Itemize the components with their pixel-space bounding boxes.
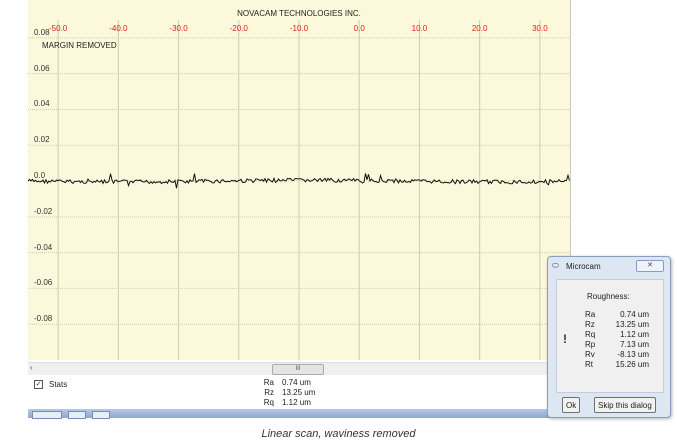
y-tick-label: -0.06 (34, 278, 53, 288)
scroll-thumb[interactable]: III (272, 364, 324, 375)
dialog-title: Microcam (566, 262, 601, 271)
roughness-row: Rv -8.13 um (585, 350, 649, 359)
stats-row: Ra 0.74 um (263, 378, 311, 387)
stats-checkbox[interactable]: ✓ (34, 380, 43, 390)
y-tick-label: 0.04 (34, 99, 50, 109)
x-tick-label: 0.0 (353, 24, 365, 33)
ok-button[interactable]: Ok (562, 397, 581, 413)
profile-plot: NOVACAM TECHNOLOGIES INC. MARGIN REMOVED… (28, 0, 570, 360)
x-tick-label: -20.0 (229, 24, 248, 33)
y-tick-label: -0.04 (34, 242, 53, 252)
y-tick-label: 0.06 (34, 63, 50, 73)
x-tick-label: 20.0 (471, 24, 488, 33)
skip-dialog-button[interactable]: Skip this dialog (594, 397, 656, 413)
roughness-heading: Roughness: (587, 292, 630, 301)
y-tick-label: 0.0 (34, 171, 46, 181)
stats-row: Rz 13.25 um (264, 388, 316, 397)
x-tick-label: 10.0 (411, 24, 428, 33)
roughness-row: Ra 0.74 um (585, 310, 649, 319)
y-tick-label: -0.02 (34, 206, 53, 216)
taskbar-button[interactable] (68, 411, 86, 419)
taskbar-button[interactable] (32, 411, 62, 419)
company-title: NOVACAM TECHNOLOGIES INC. (237, 9, 361, 18)
x-tick-label: 30.0 (532, 24, 548, 33)
taskbar (28, 409, 570, 419)
horizontal-scrollbar[interactable]: ‹ III (28, 362, 570, 375)
microcam-logo-icon: ⬭ (552, 261, 559, 270)
roughness-row: Rp 7.13 um (585, 340, 649, 349)
taskbar-button[interactable] (92, 411, 110, 419)
roughness-row: Rt 15.26 um (585, 360, 649, 369)
x-tick-label: -30.0 (169, 24, 188, 33)
profile-chart-svg (28, 20, 570, 360)
info-icon: ! (563, 332, 567, 346)
roughness-table: Ra 0.74 um Rz 13.25 um Rq 1.12 um Rp 7.13 um… (585, 310, 649, 370)
close-icon[interactable]: ✕ (636, 260, 664, 272)
figure-caption: Linear scan, waviness removed (261, 428, 416, 440)
scroll-left-icon[interactable]: ‹ (30, 363, 33, 372)
stats-toggle[interactable]: ✓ Stats (34, 380, 68, 390)
roughness-dialog: ⬭ Microcam ✕ Roughness: ! Ra 0.74 um Rz 13… (547, 256, 671, 418)
roughness-row: Rz 13.25 um (585, 320, 649, 329)
y-tick-label: 0.08 (34, 27, 50, 37)
x-tick-label: -40.0 (109, 24, 128, 33)
x-tick-label: -10.0 (289, 24, 309, 33)
stats-table: Ra 0.74 um Rz 13.25 um Rq 1.12 um (250, 378, 319, 408)
scan-window: NOVACAM TECHNOLOGIES INC. MARGIN REMOVED… (28, 0, 571, 419)
stats-checkbox-label: Stats (49, 380, 68, 389)
margin-label: MARGIN REMOVED (42, 41, 117, 50)
stats-row: Rq 1.12 um (263, 398, 311, 407)
y-tick-label: -0.08 (34, 314, 53, 324)
roughness-row: Rq 1.12 um (585, 330, 649, 339)
dialog-body: Roughness: ! Ra 0.74 um Rz 13.25 um Rq 1.12… (556, 279, 664, 393)
y-tick-label: 0.02 (34, 135, 50, 145)
